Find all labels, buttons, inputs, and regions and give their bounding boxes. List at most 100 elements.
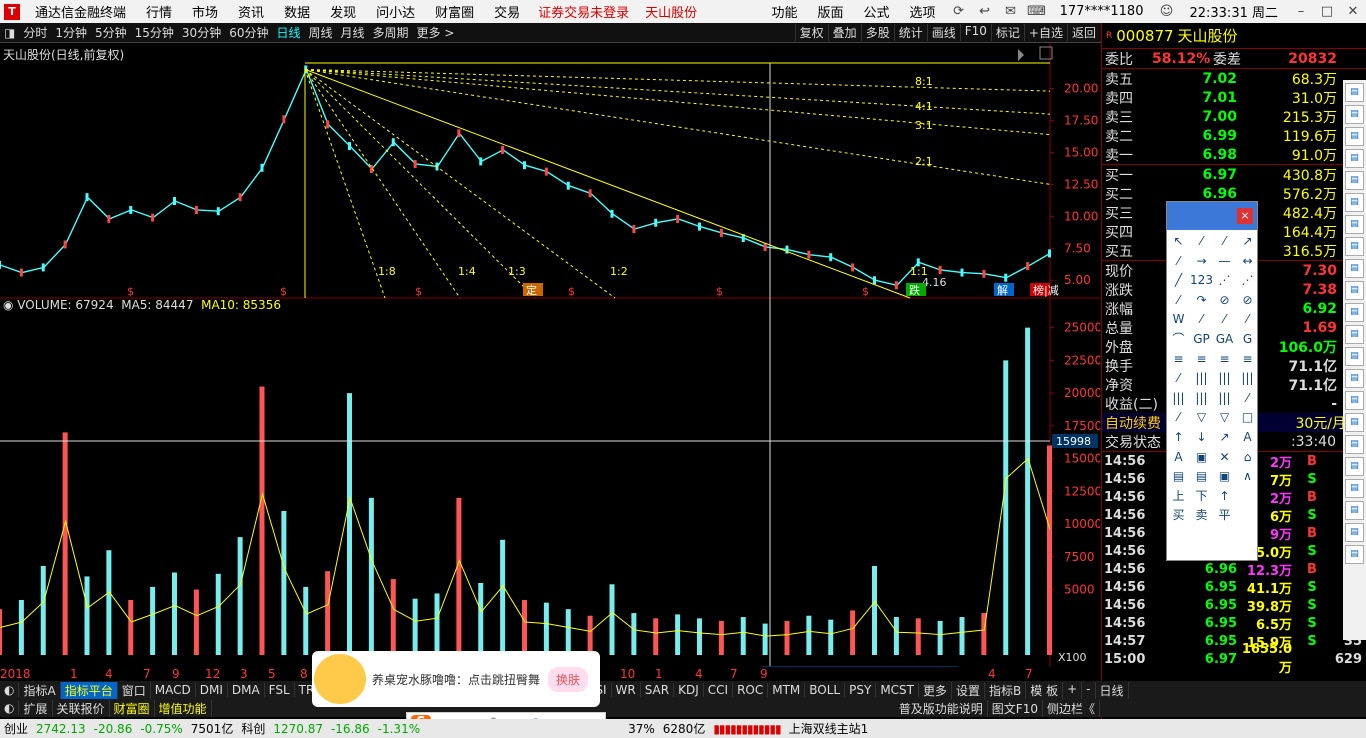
draw-tool-icon[interactable]: ▣ (1190, 448, 1213, 468)
period-weekly[interactable]: 周线 (305, 24, 337, 41)
indicator-tab[interactable]: WR (612, 683, 641, 697)
side-tool-icon[interactable]: ▤ (1345, 127, 1364, 146)
draw-tool-icon[interactable]: ▣ (1213, 467, 1236, 487)
draw-tool-icon[interactable]: ⋰ (1213, 271, 1236, 291)
desktop-pet-ad[interactable]: 养桌宠水豚噜噜：点击跳扭臀舞 换肤 (312, 651, 600, 707)
draw-tool-icon[interactable]: ⁄ (1167, 252, 1190, 272)
side-tool-icon[interactable]: ▤ (1345, 523, 1364, 542)
bid-row[interactable]: 买一 6.97 430.8万 (1102, 165, 1366, 184)
indicator-tab[interactable]: 窗口 (118, 681, 151, 699)
draw-tool-icon[interactable]: ⁄ (1213, 232, 1236, 252)
side-tool-icon[interactable]: ▤ (1345, 457, 1364, 476)
ask-row[interactable]: 卖四 7.01 31.0万 (1102, 88, 1366, 107)
draw-tool-icon[interactable]: ▽ (1213, 408, 1236, 428)
indicator-right-tab[interactable]: + (1063, 681, 1083, 699)
period-1min[interactable]: 1分钟 (51, 24, 91, 41)
extension-tab[interactable]: 财富圈 (110, 699, 155, 717)
draw-tool-icon[interactable]: 买 (1167, 506, 1190, 526)
extension-tab[interactable]: 扩展 (19, 699, 53, 717)
keyboard-icon[interactable]: ⌨ (1024, 4, 1050, 19)
draw-tool-icon[interactable]: 卖 (1190, 506, 1213, 526)
draw-tool-icon[interactable]: ⊘ (1236, 291, 1259, 311)
menu-formula[interactable]: 公式 (854, 2, 900, 21)
server-label[interactable]: 上海双线主站1 (785, 720, 873, 737)
tool-mark[interactable]: 标记 (990, 24, 1024, 41)
draw-tool-icon[interactable]: → (1190, 252, 1213, 272)
draw-tool-icon[interactable]: ⁄ (1213, 310, 1236, 330)
draw-tool-icon[interactable]: ||| (1213, 389, 1236, 409)
draw-tool-icon[interactable] (1236, 487, 1259, 507)
chart-canvas[interactable]: 20.00 17.50 15.00 12.50 10.00 7.50 5.00 25000 22… (0, 43, 1100, 667)
indicator-tab[interactable]: 指标平台 (60, 681, 118, 699)
draw-tool-icon[interactable]: ↗ (1236, 232, 1259, 252)
indicator-tab[interactable]: FSL (265, 683, 295, 697)
extension-tab[interactable]: 关联报价 (53, 699, 110, 717)
side-tool-icon[interactable]: ▤ (1345, 479, 1364, 498)
draw-tool-icon[interactable]: ▽ (1190, 408, 1213, 428)
indicator-tab[interactable]: MTM (768, 683, 806, 697)
draw-tool-icon[interactable]: ⁄ (1190, 232, 1213, 252)
mail-icon[interactable]: ✉ (998, 4, 1024, 19)
ask-row[interactable]: 卖三 7.00 215.3万 (1102, 107, 1366, 126)
kline-chart-area[interactable]: 20.00 17.50 15.00 12.50 10.00 7.50 5.00 25000 22… (0, 43, 1100, 667)
indicator-tab[interactable]: ROC (733, 683, 769, 697)
side-tool-icon[interactable]: ▤ (1345, 149, 1364, 168)
capybara-pet-icon[interactable] (314, 654, 366, 704)
side-tool-icon[interactable]: ▤ (1345, 545, 1364, 564)
period-timeshare[interactable]: 分时 (19, 24, 51, 41)
menu-trade[interactable]: 交易 (484, 2, 530, 21)
side-tool-icon[interactable]: ▤ (1345, 171, 1364, 190)
draw-tool-icon[interactable]: ⁄ (1236, 389, 1259, 409)
draw-tool-icon[interactable]: ↓ (1190, 428, 1213, 448)
side-tool-icon[interactable]: ▤ (1345, 193, 1364, 212)
side-tool-icon[interactable]: ▤ (1345, 325, 1364, 344)
indicator-tab[interactable]: SAR (641, 683, 675, 697)
trade-login-warning[interactable]: 证券交易未登录 (530, 2, 637, 21)
side-tool-icon[interactable]: ▤ (1345, 501, 1364, 520)
menu-quotes[interactable]: 行情 (136, 2, 182, 21)
indicator-tab[interactable]: DMA (228, 683, 265, 697)
draw-tool-icon[interactable]: ⁄ (1167, 291, 1190, 311)
draw-tool-icon[interactable]: ⌒ (1167, 330, 1190, 350)
menu-options[interactable]: 选项 (900, 2, 946, 21)
extension-right-tab[interactable]: 侧边栏《 (1043, 699, 1100, 717)
draw-tool-icon[interactable]: 123 (1190, 271, 1213, 291)
indicator-tab[interactable]: PSY (845, 683, 877, 697)
menu-data[interactable]: 数据 (274, 2, 320, 21)
side-tool-icon[interactable]: ▤ (1345, 215, 1364, 234)
tool-statistics[interactable]: 统计 (893, 24, 927, 41)
draw-tool-icon[interactable]: ∧ (1236, 467, 1259, 487)
draw-tool-icon[interactable]: ⁄ (1236, 310, 1259, 330)
draw-tool-icon[interactable]: G (1236, 330, 1259, 350)
menu-function[interactable]: 功能 (762, 2, 808, 21)
account-label[interactable]: 177****1180 (1050, 4, 1154, 19)
change-skin-button[interactable]: 换肤 (548, 666, 589, 692)
side-tool-icon[interactable]: ▤ (1345, 413, 1364, 432)
side-tool-icon[interactable]: ▤ (1345, 391, 1364, 410)
draw-tool-icon[interactable]: ↔ (1236, 252, 1259, 272)
draw-tool-icon[interactable]: ≡ (1167, 350, 1190, 370)
draw-tool-icon[interactable]: ↑ (1167, 428, 1190, 448)
draw-tool-icon[interactable]: — (1213, 252, 1236, 272)
close-icon[interactable]: ✕ (1340, 4, 1366, 19)
period-multi[interactable]: 多周期 (369, 24, 413, 41)
draw-tool-icon[interactable]: GA (1213, 330, 1236, 350)
draw-tool-icon[interactable]: ↷ (1190, 291, 1213, 311)
draw-tool-icon[interactable]: ≡ (1213, 350, 1236, 370)
tool-restore-rights[interactable]: 复权 (794, 24, 828, 41)
draw-tool-icon[interactable]: 下 (1190, 487, 1213, 507)
draw-tool-icon[interactable]: ||| (1190, 389, 1213, 409)
draw-tool-icon[interactable]: ||| (1190, 369, 1213, 389)
menu-wealth[interactable]: 财富圈 (425, 2, 484, 21)
indicator-tab[interactable]: CCI (704, 683, 734, 697)
draw-tool-icon[interactable] (1236, 506, 1259, 526)
close-drawing-panel-icon[interactable]: × (1237, 208, 1253, 224)
draw-tool-icon[interactable]: ⁄ (1167, 408, 1190, 428)
draw-tool-icon[interactable]: ╱ (1167, 271, 1190, 291)
draw-tool-icon[interactable]: A (1236, 428, 1259, 448)
indicator-tab[interactable]: DMI (196, 683, 228, 697)
side-tool-icon[interactable]: ▤ (1345, 105, 1364, 124)
period-more[interactable]: 更多 > (413, 24, 459, 41)
period-5min[interactable]: 5分钟 (91, 24, 131, 41)
tool-draw[interactable]: 画线 (926, 24, 960, 41)
